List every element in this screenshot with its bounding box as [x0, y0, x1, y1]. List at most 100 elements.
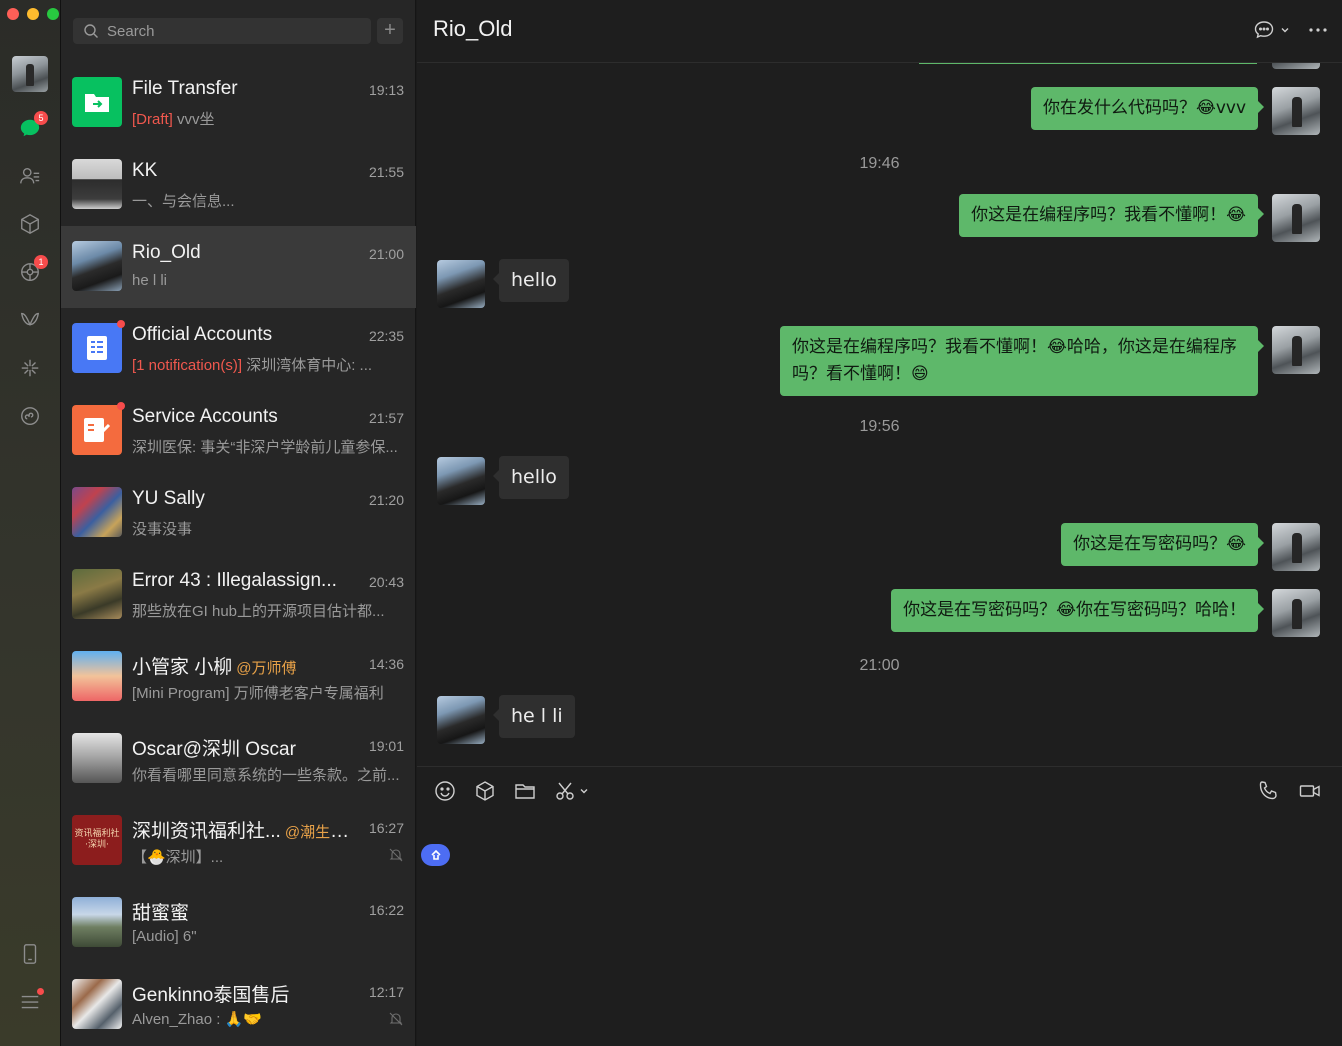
- chat-pane: Rio_Old 你在发什么代码吗？😂vvv 19:46 你这是在编程序吗？我看不…: [417, 0, 1342, 1046]
- conversation-item-official-accounts[interactable]: Official Accounts 22:35 [1 notification(…: [61, 308, 416, 390]
- peer-message-avatar[interactable]: [437, 260, 485, 308]
- search-discover-icon[interactable]: [18, 356, 42, 380]
- video-call-icon[interactable]: [1299, 780, 1323, 804]
- message-composer[interactable]: [417, 766, 1342, 1046]
- incoming-message[interactable]: he l li: [493, 695, 575, 738]
- service-icon: [84, 418, 111, 442]
- conversation-preview: [Draft] vvv坐: [132, 108, 215, 129]
- more-options-icon[interactable]: [1308, 20, 1328, 40]
- error-43-avatar: [72, 569, 122, 619]
- conversation-name: 小管家 小柳 @万师傅: [132, 652, 297, 679]
- voice-call-icon[interactable]: [1257, 780, 1281, 804]
- outgoing-message[interactable]: 你这是在写密码吗？😂: [1061, 523, 1264, 566]
- my-message-avatar[interactable]: [1272, 63, 1320, 69]
- my-avatar[interactable]: [12, 56, 48, 92]
- conversation-item-oscar[interactable]: Oscar@深圳 Oscar 19:01 你看看哪里同意系统的一些条款。之前..…: [61, 718, 416, 800]
- conversation-name: Official Accounts: [132, 324, 273, 345]
- my-message-avatar[interactable]: [1272, 589, 1320, 637]
- chevron-down-icon: [1281, 28, 1289, 33]
- menu-icon[interactable]: [18, 988, 44, 1014]
- conversation-name: KK: [132, 160, 158, 181]
- channels-icon[interactable]: [18, 308, 42, 332]
- muted-bell-icon: [389, 1012, 403, 1026]
- muted-bell-icon: [389, 848, 403, 862]
- my-message-avatar[interactable]: [1272, 326, 1320, 374]
- zoom-window-button[interactable]: [47, 8, 59, 20]
- incoming-message[interactable]: hello: [493, 456, 569, 499]
- mention-tag: @潮生活...: [284, 824, 350, 841]
- conversation-preview: 那些放在GI hub上的开源项目估计都...: [132, 603, 385, 620]
- document-icon: [87, 336, 107, 360]
- conversation-item-error-43[interactable]: Error 43 : Illegalassign... 20:43 那些放在GI…: [61, 554, 416, 636]
- conversation-name: File Transfer: [132, 78, 238, 99]
- draft-tag: [Draft]: [132, 111, 173, 128]
- unread-dot: [117, 402, 125, 410]
- add-chat-button[interactable]: +: [377, 18, 403, 44]
- sticker-box-icon[interactable]: [474, 780, 498, 804]
- peer-message-avatar[interactable]: [437, 457, 485, 505]
- conversation-time: 21:00: [368, 246, 404, 262]
- service-accounts-avatar: [72, 402, 125, 455]
- emoji-icon[interactable]: [434, 780, 458, 804]
- search-input[interactable]: Search: [73, 18, 371, 44]
- folder-icon[interactable]: [514, 780, 538, 804]
- conversation-time: 20:43: [368, 574, 404, 590]
- conversation-item-shenzhen-news[interactable]: 资讯福利社 ·深圳· 深圳资讯福利社...@潮生活... 16:27 【🐣深圳】…: [61, 800, 416, 882]
- incoming-message[interactable]: hello: [493, 259, 569, 302]
- official-accounts-avatar: [72, 320, 125, 373]
- conversation-item-service-accounts[interactable]: Service Accounts 21:57 深圳医保: 事关“非深户学龄前儿童…: [61, 390, 416, 472]
- conversation-item-yu-sally[interactable]: YU Sally 21:20 没事没事: [61, 472, 416, 554]
- contacts-icon[interactable]: [18, 164, 42, 188]
- conversation-item-file-transfer[interactable]: File Transfer 19:13 [Draft] vvv坐: [61, 62, 416, 144]
- conversation-list: Search + File Transfer 19:13 [Draft] vvv…: [61, 0, 416, 1046]
- peer-message-avatar[interactable]: [437, 696, 485, 744]
- name-text: 小管家 小柳: [132, 657, 233, 678]
- conversation-preview: [Mini Program] 万师傅老客户专属福利: [132, 685, 384, 702]
- chat-header: Rio_Old: [417, 0, 1342, 63]
- moments-icon[interactable]: 1: [18, 255, 48, 284]
- my-message-avatar[interactable]: [1272, 194, 1320, 242]
- chats-badge: 5: [34, 111, 48, 125]
- conversation-item-tianmimi[interactable]: 甜蜜蜜 16:22 [Audio] 6": [61, 882, 416, 964]
- conversation-time: 16:27: [368, 820, 404, 836]
- favorites-icon[interactable]: [18, 212, 42, 236]
- moments-badge: 1: [34, 255, 48, 269]
- unread-dot: [117, 320, 125, 328]
- jump-to-latest-button[interactable]: [421, 844, 450, 866]
- chat-title: Rio_Old: [433, 16, 513, 41]
- arrow-up-icon: [430, 849, 441, 860]
- phone-icon[interactable]: [18, 942, 42, 966]
- conversation-name: 甜蜜蜜: [132, 903, 190, 924]
- minimize-window-button[interactable]: [27, 8, 39, 20]
- conversation-time: 21:57: [368, 410, 404, 426]
- chat-info-button[interactable]: [1254, 20, 1290, 40]
- outgoing-message[interactable]: 你这是在编程序吗？我看不懂啊！😂: [959, 194, 1264, 237]
- my-message-avatar[interactable]: [1272, 523, 1320, 571]
- outgoing-message[interactable]: 你这是在写密码吗？😂你在写密码吗？哈哈！: [891, 589, 1264, 632]
- screenshot-scissors-icon[interactable]: [554, 780, 598, 804]
- conversation-item-xiao-guanjia[interactable]: 小管家 小柳 @万师傅 14:36 [Mini Program] 万师傅老客户专属…: [61, 636, 416, 718]
- conversation-preview: 你看看哪里同意系统的一些条款。之前...: [132, 767, 400, 784]
- yu-sally-avatar: [72, 487, 122, 537]
- conversation-item-rio-old[interactable]: Rio_Old 21:00 he l li: [61, 226, 416, 308]
- close-window-button[interactable]: [7, 8, 19, 20]
- conversation-item-genkinno[interactable]: Genkinno泰国售后 12:17 Alven_Zhao : 🙏🤝: [61, 964, 416, 1046]
- file-transfer-avatar: [72, 77, 122, 127]
- outgoing-message[interactable]: 你这是在编程序吗？我看不懂啊！😂哈哈，你这是在编程序吗？看不懂啊！😄: [780, 326, 1264, 396]
- timestamp: 19:56: [859, 418, 900, 435]
- conversation-time: 21:55: [368, 164, 404, 180]
- mini-programs-icon[interactable]: [18, 404, 42, 428]
- conversation-item-kk[interactable]: KK 21:55 一、与会信息...: [61, 144, 416, 226]
- conversation-preview: 一、与会信息...: [132, 193, 235, 210]
- nav-rail: 5 1: [0, 0, 61, 1046]
- rio-old-avatar: [72, 241, 122, 291]
- window-controls: [7, 8, 59, 20]
- conversation-name: Service Accounts: [132, 406, 278, 427]
- conversation-preview: Alven_Zhao : 🙏🤝: [132, 1011, 262, 1028]
- conversation-preview: [1 notification(s)] 深圳湾体育中心: ...: [132, 354, 372, 375]
- outgoing-message[interactable]: 你在发什么代码吗？😂vvv: [1030, 87, 1265, 130]
- my-message-avatar[interactable]: [1272, 87, 1320, 135]
- conversation-time: 21:20: [368, 492, 404, 508]
- name-text: 深圳资讯福利社...: [132, 821, 281, 842]
- chats-icon[interactable]: 5: [18, 111, 48, 140]
